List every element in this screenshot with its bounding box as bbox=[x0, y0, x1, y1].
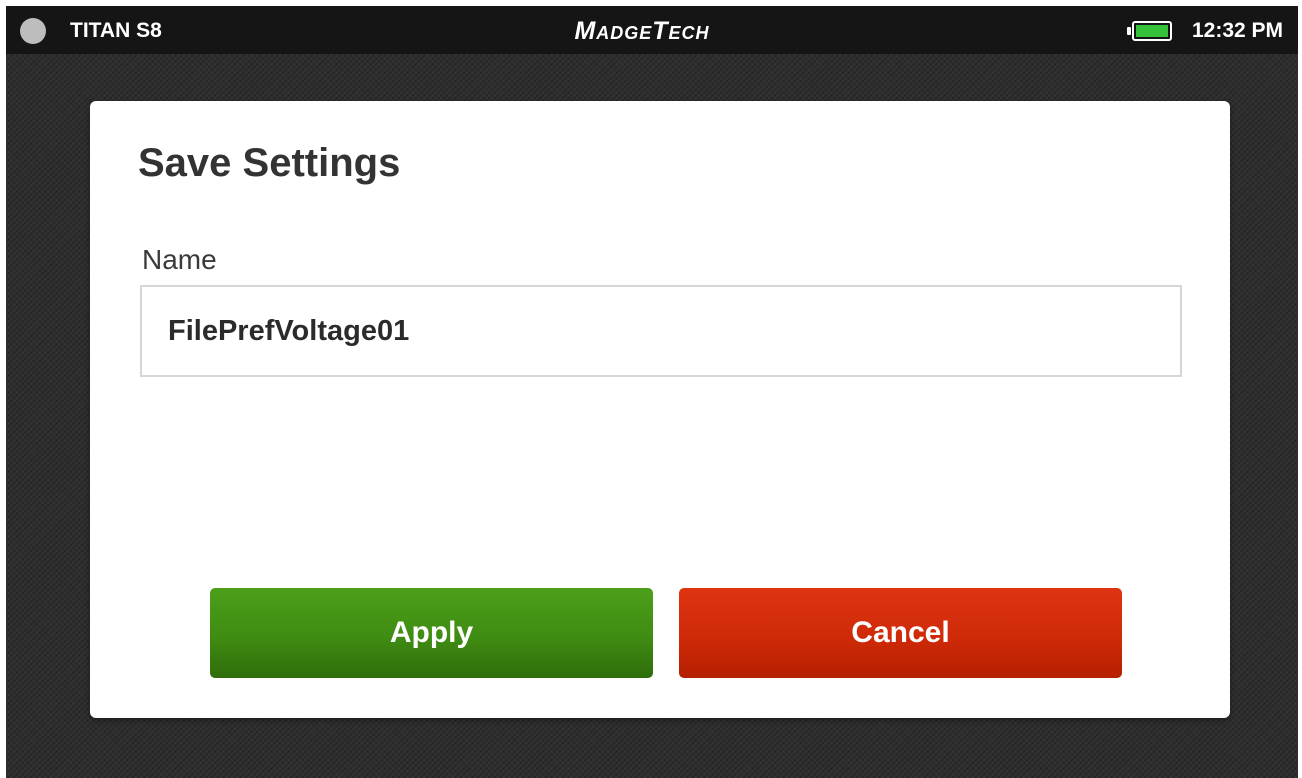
battery-level-fill bbox=[1136, 25, 1168, 37]
cancel-button[interactable]: Cancel bbox=[679, 588, 1122, 678]
apply-button[interactable]: Apply bbox=[210, 588, 653, 678]
device-screen: TITAN S8 MadgeTech 12:32 PM Save Setting… bbox=[6, 6, 1298, 778]
name-field-label: Name bbox=[142, 244, 217, 275]
save-settings-dialog: Save Settings Name Apply Cancel bbox=[90, 101, 1230, 718]
battery-icon bbox=[1127, 21, 1172, 41]
device-name: TITAN S8 bbox=[70, 19, 162, 42]
brand-logo: MadgeTech bbox=[574, 17, 710, 45]
name-input[interactable] bbox=[140, 285, 1182, 377]
clock: 12:32 PM bbox=[1192, 19, 1284, 42]
dialog-title: Save Settings bbox=[138, 141, 401, 185]
status-indicator-icon bbox=[20, 18, 46, 44]
status-bar: TITAN S8 MadgeTech 12:32 PM bbox=[6, 6, 1298, 54]
